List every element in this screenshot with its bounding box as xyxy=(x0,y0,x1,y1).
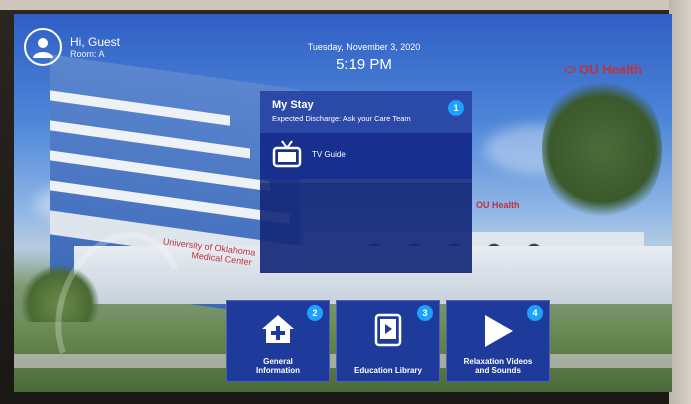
relaxation-videos-tile[interactable]: 4 Relaxation Videos and Sounds xyxy=(446,300,550,382)
tv-guide-label: TV Guide xyxy=(312,150,346,159)
tv-guide-item[interactable]: TV Guide xyxy=(260,133,472,179)
guest-info: Hi, Guest Room: A xyxy=(70,35,120,59)
my-stay-title: My Stay xyxy=(272,99,314,111)
date-time: Tuesday, November 3, 2020 5:19 PM xyxy=(284,42,444,73)
education-library-tile[interactable]: 3 Education Library xyxy=(336,300,440,382)
tv-screen: University of Oklahoma Medical Center ⬭ … xyxy=(14,14,672,392)
building-stripe xyxy=(50,120,250,159)
room-number: Room: A xyxy=(70,49,105,59)
guest-name: Hi, Guest xyxy=(70,35,121,49)
my-stay-card[interactable]: My Stay Expected Discharge: Ask your Car… xyxy=(260,91,472,133)
tile-label: Relaxation Videos and Sounds xyxy=(463,357,533,375)
current-time: 5:19 PM xyxy=(336,56,392,73)
tile-label: General Information xyxy=(256,357,300,375)
ou-health-logo: OU Health xyxy=(476,200,520,210)
number-badge: 3 xyxy=(417,305,433,321)
discharge-info: Expected Discharge: Ask your Care Team xyxy=(272,114,411,123)
main-panel: My Stay Expected Discharge: Ask your Car… xyxy=(260,91,472,273)
wall xyxy=(0,0,691,10)
general-information-tile[interactable]: 2 General Information xyxy=(226,300,330,382)
panel-empty-area xyxy=(260,183,472,273)
number-badge: 4 xyxy=(527,305,543,321)
building-stripe xyxy=(50,90,230,126)
ou-health-logo: ⬭ OU Health xyxy=(564,62,642,77)
tile-label: Education Library xyxy=(353,366,422,375)
play-icon xyxy=(481,313,515,354)
number-badge: 1 xyxy=(448,100,464,116)
number-badge: 2 xyxy=(307,305,323,321)
tablet-play-icon xyxy=(373,313,403,352)
house-plus-icon xyxy=(260,313,296,350)
wall-right xyxy=(669,0,691,404)
user-avatar-icon xyxy=(24,28,62,66)
current-date: Tuesday, November 3, 2020 xyxy=(307,42,421,52)
tree xyxy=(542,74,662,224)
guest-profile[interactable]: Hi, Guest Room: A xyxy=(24,28,120,66)
tv-icon xyxy=(272,139,302,176)
